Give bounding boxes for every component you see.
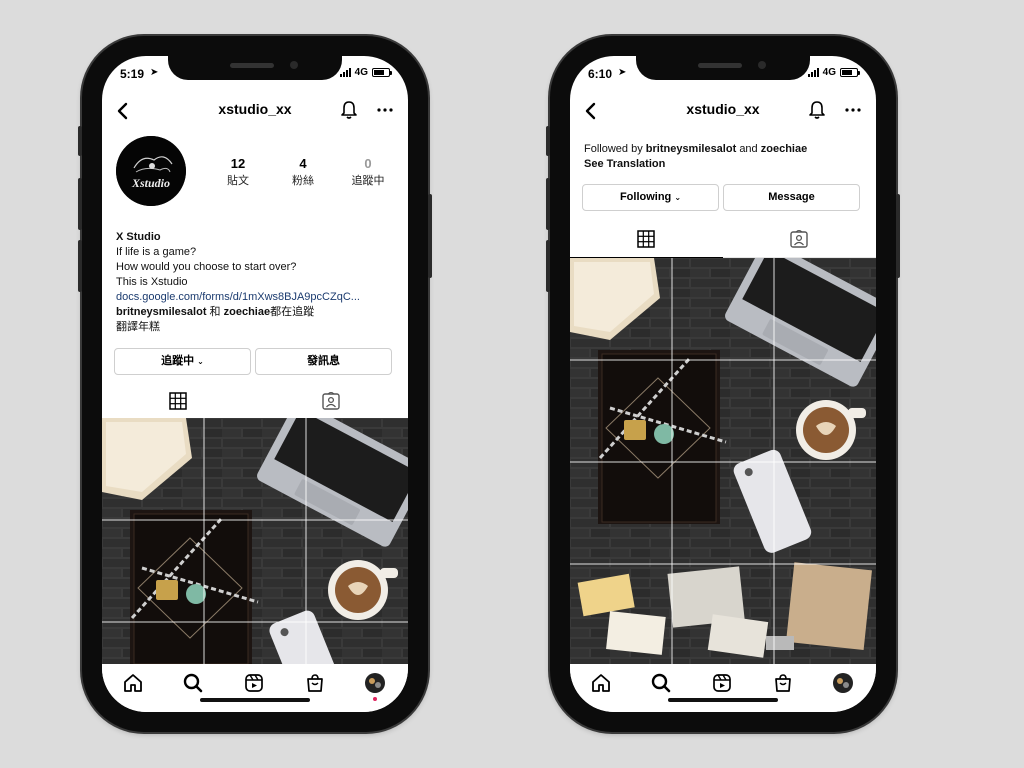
following-button-label: 追蹤中: [161, 355, 195, 367]
tab-grid[interactable]: [570, 220, 723, 258]
followed-suffix: 都在追蹤: [270, 306, 315, 318]
profile-summary: Xstudio 12 貼文 4 粉絲 0 追蹤中: [116, 136, 396, 208]
signal-icon: [807, 68, 819, 77]
message-button-label: 發訊息: [307, 355, 340, 367]
message-button-label: Message: [768, 191, 815, 203]
profile-avatar-icon[interactable]: [832, 672, 854, 694]
more-icon[interactable]: [842, 99, 864, 121]
bell-icon[interactable]: [806, 99, 828, 121]
reels-icon[interactable]: [711, 672, 733, 694]
following-button-label: Following: [619, 191, 672, 203]
reels-icon[interactable]: [243, 672, 265, 694]
bio-line-1: If life is a game?: [116, 246, 197, 258]
username-title: xstudio_xx: [686, 101, 760, 117]
profile-bio: X Studio If life is a game? How would yo…: [116, 230, 398, 335]
home-icon[interactable]: [122, 672, 144, 694]
bio-line-2: How would you choose to start over?: [116, 261, 297, 273]
chevron-down-icon: ⌄: [197, 357, 204, 366]
grid-icon: [169, 392, 187, 410]
photo-grid[interactable]: [102, 418, 408, 664]
following-button[interactable]: Following ⌄: [582, 184, 719, 211]
followed-prefix: Followed by: [584, 143, 643, 155]
tab-tagged[interactable]: [255, 382, 408, 420]
bio-line-3: This is Xstudio: [116, 276, 188, 288]
location-arrow-icon: ➤: [618, 67, 627, 78]
photo-grid[interactable]: [570, 258, 876, 664]
search-icon[interactable]: [650, 672, 672, 694]
stat-following-label: 追蹤中: [351, 175, 385, 187]
followed-and: and: [739, 143, 758, 155]
profile-avatar[interactable]: Xstudio: [116, 136, 186, 206]
status-time: 5:19: [120, 67, 145, 81]
bio-link[interactable]: docs.google.com/forms/d/1mXws8BJA9pcCZqC…: [116, 290, 398, 305]
shop-icon[interactable]: [772, 672, 794, 694]
username-title: xstudio_xx: [218, 101, 292, 117]
followed-user-1[interactable]: britneysmilesalot: [116, 306, 206, 318]
screen-left: 5:19 ➤ 4G xstudio_xx Xstudio 12 貼文 4 粉絲 …: [102, 56, 408, 712]
followed-and: 和: [209, 306, 221, 318]
tagged-icon: [790, 230, 808, 248]
home-indicator: [668, 698, 778, 702]
location-arrow-icon: ➤: [150, 67, 159, 78]
bottom-nav: [102, 664, 408, 712]
stat-posts-label: 貼文: [227, 175, 249, 187]
battery-icon: [372, 68, 392, 77]
network-label: 4G: [354, 67, 368, 78]
phone-frame-right: 6:10 ➤ 4G xstudio_xx Followed by britney…: [546, 36, 900, 732]
message-button[interactable]: 發訊息: [255, 348, 392, 375]
stat-followers-label: 粉絲: [292, 175, 314, 187]
shop-icon[interactable]: [304, 672, 326, 694]
search-icon[interactable]: [182, 672, 204, 694]
profile-tabs: [102, 382, 408, 420]
stat-followers-value: 4: [299, 156, 307, 171]
screen-right: 6:10 ➤ 4G xstudio_xx Followed by britney…: [570, 56, 876, 712]
followed-by: britneysmilesalot 和 zoechiae都在追蹤: [116, 305, 398, 320]
following-button[interactable]: 追蹤中 ⌄: [114, 348, 251, 375]
notification-dot: [373, 697, 377, 701]
more-icon[interactable]: [374, 99, 396, 121]
bottom-nav: [570, 664, 876, 712]
stat-following-value: 0: [364, 156, 372, 171]
profile-avatar-icon[interactable]: [364, 672, 386, 694]
battery-icon: [840, 68, 860, 77]
tab-grid[interactable]: [102, 382, 255, 420]
chevron-down-icon: ⌄: [674, 193, 682, 202]
stat-following[interactable]: 0 追蹤中: [338, 156, 398, 188]
profile-tabs: [570, 220, 876, 258]
grid-icon: [637, 230, 655, 248]
signal-icon: [339, 68, 351, 77]
home-icon[interactable]: [590, 672, 612, 694]
see-translation-link[interactable]: See Translation: [584, 157, 866, 172]
translate-link[interactable]: 翻譯年糕: [116, 320, 398, 335]
network-label: 4G: [822, 67, 836, 78]
avatar-text: Xstudio: [131, 176, 170, 190]
stat-posts-value: 12: [230, 156, 246, 171]
phone-frame-left: 5:19 ➤ 4G xstudio_xx Xstudio 12 貼文 4 粉絲 …: [78, 36, 432, 732]
message-button[interactable]: Message: [723, 184, 860, 211]
stat-followers[interactable]: 4 粉絲: [273, 156, 333, 188]
tab-tagged[interactable]: [723, 220, 876, 258]
profile-header: xstudio_xx: [102, 96, 408, 126]
profile-header: xstudio_xx: [570, 96, 876, 126]
followed-user-1[interactable]: britneysmilesalot: [646, 143, 736, 155]
tagged-icon: [322, 392, 340, 410]
followed-user-2[interactable]: zoechiae: [224, 306, 270, 318]
home-indicator: [200, 698, 310, 702]
stat-posts[interactable]: 12 貼文: [208, 156, 268, 188]
profile-name: X Studio: [116, 231, 161, 243]
followed-by: Followed by britneysmilesalot and zoechi…: [584, 142, 866, 172]
followed-user-2[interactable]: zoechiae: [761, 143, 807, 155]
status-time: 6:10: [588, 67, 613, 81]
bell-icon[interactable]: [338, 99, 360, 121]
